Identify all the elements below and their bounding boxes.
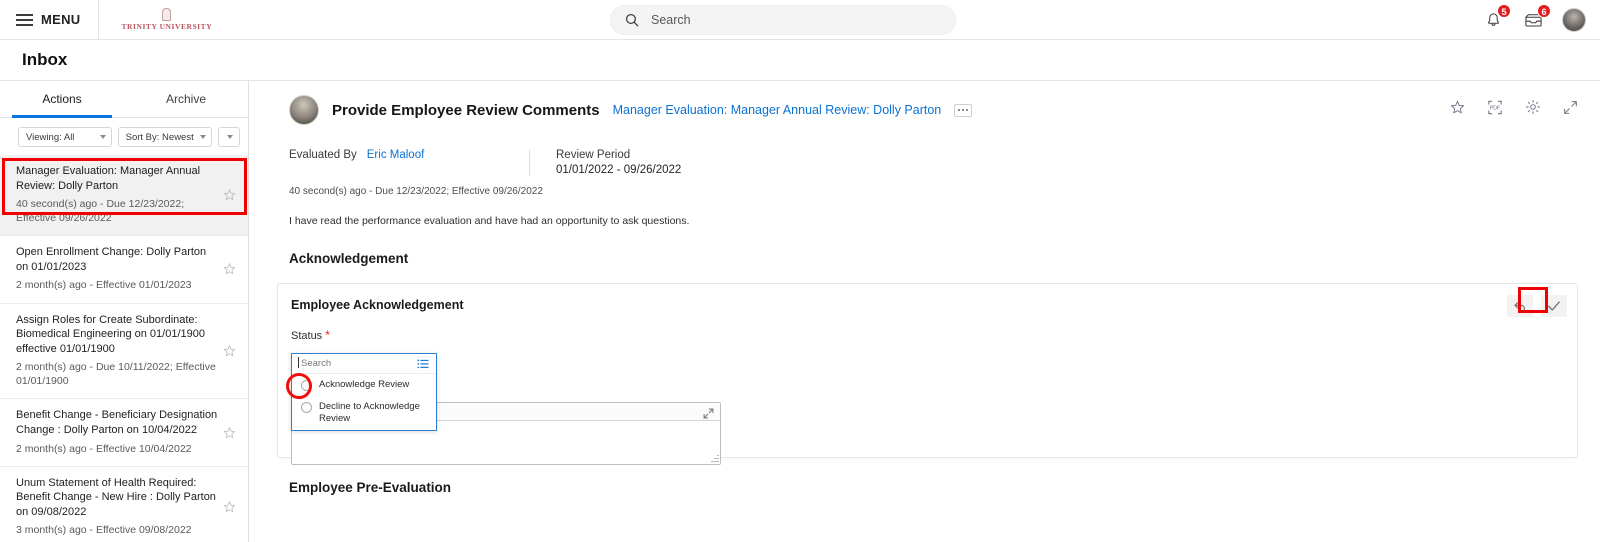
search-input[interactable]: Search xyxy=(610,5,956,35)
inbox-list-item[interactable]: Open Enrollment Change: Dolly Parton on … xyxy=(0,236,248,304)
card-actions xyxy=(1507,295,1567,317)
dropdown-option-label: Acknowledge Review xyxy=(319,379,410,390)
dropdown-search-input[interactable]: Search xyxy=(292,354,436,374)
inbox-left-panel: Actions Archive Viewing: All Sort By: Ne… xyxy=(0,81,249,542)
resize-handle[interactable] xyxy=(710,454,719,463)
review-period-value: 01/01/2022 - 09/26/2022 xyxy=(556,164,682,176)
task-submeta: 40 second(s) ago - Due 12/23/2022; Effec… xyxy=(289,186,543,197)
brand-name: TRINITY UNIVERSITY xyxy=(121,22,213,31)
inbox-item-list: Manager Evaluation: Manager Annual Revie… xyxy=(0,155,248,542)
gear-icon[interactable] xyxy=(1525,99,1541,115)
hamburger-icon xyxy=(16,13,33,26)
favorite-star-icon[interactable] xyxy=(223,189,236,202)
avatar[interactable] xyxy=(1562,8,1586,32)
evaluated-by-field: Evaluated By Eric Maloof xyxy=(289,149,529,176)
search-icon xyxy=(625,13,639,27)
inbox-tabs: Actions Archive xyxy=(0,81,248,118)
favorite-star-icon[interactable] xyxy=(1450,100,1465,115)
more-actions-button[interactable] xyxy=(954,103,973,117)
menu-button[interactable]: MENU xyxy=(0,0,98,40)
top-navigation-bar: MENU TRINITY UNIVERSITY Search 5 6 xyxy=(0,0,1600,40)
submit-check-button[interactable] xyxy=(1541,295,1567,317)
global-search[interactable]: Search xyxy=(610,5,956,35)
expand-icon[interactable] xyxy=(1563,100,1578,115)
dropdown-option-acknowledge-review[interactable]: Acknowledge Review xyxy=(292,374,436,396)
top-icon-group: 5 6 xyxy=(1482,0,1586,40)
evaluated-by-label: Evaluated By xyxy=(289,149,357,161)
radio-icon[interactable] xyxy=(301,402,312,414)
svg-text:PDF: PDF xyxy=(1490,105,1501,111)
inbox-item-title: Manager Evaluation: Manager Annual Revie… xyxy=(16,165,201,192)
pdf-icon[interactable]: PDF xyxy=(1487,100,1503,115)
task-detail-panel: Provide Employee Review Comments Manager… xyxy=(249,81,1600,542)
favorite-star-icon[interactable] xyxy=(223,345,236,358)
brand-logo[interactable]: TRINITY UNIVERSITY xyxy=(99,8,212,31)
favorite-star-icon[interactable] xyxy=(223,426,236,439)
favorite-star-icon[interactable] xyxy=(223,501,236,514)
viewing-filter-label: Viewing: All xyxy=(26,131,75,143)
check-icon xyxy=(1548,301,1560,311)
status-label-text: Status xyxy=(291,330,323,342)
radio-icon[interactable] xyxy=(301,380,312,391)
review-period-label: Review Period xyxy=(556,149,631,161)
chevron-down-icon xyxy=(200,135,207,139)
undo-icon xyxy=(1514,301,1525,313)
inbox-filters: Viewing: All Sort By: Newest xyxy=(0,118,248,155)
inbox-item-meta: 3 month(s) ago - Effective 09/08/2022 xyxy=(16,524,192,537)
more-options-select[interactable] xyxy=(218,127,240,147)
divider xyxy=(529,149,530,176)
section-title-acknowledgement: Acknowledgement xyxy=(289,251,409,266)
tab-actions[interactable]: Actions xyxy=(0,81,124,118)
inbox-list-item[interactable]: Benefit Change - Beneficiary Designation… xyxy=(0,399,248,467)
acknowledgement-statement: I have read the performance evaluation a… xyxy=(289,215,690,227)
list-view-icon[interactable] xyxy=(417,359,429,369)
undo-button[interactable] xyxy=(1507,295,1533,317)
review-period-field: Review Period 01/01/2022 - 09/26/2022 xyxy=(556,149,681,176)
menu-label: MENU xyxy=(41,12,81,27)
chevron-down-icon xyxy=(99,135,106,139)
notifications-badge: 5 xyxy=(1497,4,1511,18)
viewing-filter-select[interactable]: Viewing: All xyxy=(18,127,112,147)
expand-editor-icon[interactable] xyxy=(703,406,714,424)
inbox-item-meta: 40 second(s) ago - Due 12/23/2022; Effec… xyxy=(16,198,185,225)
inbox-item-title: Unum Statement of Health Required: Benef… xyxy=(16,476,216,518)
employee-acknowledgement-card: Employee Acknowledgement Status * Search… xyxy=(277,283,1578,465)
task-avatar xyxy=(289,95,319,125)
search-placeholder: Search xyxy=(651,13,691,27)
dropdown-search-placeholder: Search xyxy=(297,357,332,369)
task-subject-link[interactable]: Manager Evaluation: Manager Annual Revie… xyxy=(613,103,942,117)
sort-by-select[interactable]: Sort By: Newest xyxy=(117,127,213,147)
inbox-item-title: Benefit Change - Beneficiary Designation… xyxy=(16,409,218,436)
favorite-star-icon[interactable] xyxy=(223,263,236,276)
status-field-label: Status * xyxy=(278,312,1577,342)
tower-icon xyxy=(162,8,172,21)
page-title-bar: Inbox xyxy=(0,40,1600,81)
task-header: Provide Employee Review Comments Manager… xyxy=(249,81,1600,125)
inbox-badge: 6 xyxy=(1537,4,1551,18)
inbox-list-item[interactable]: Manager Evaluation: Manager Annual Revie… xyxy=(0,155,248,237)
page-title: Inbox xyxy=(22,50,68,69)
evaluated-by-value[interactable]: Eric Maloof xyxy=(367,149,425,161)
task-header-actions: PDF xyxy=(1450,99,1578,115)
inbox-button[interactable]: 6 xyxy=(1522,4,1551,31)
notifications-button[interactable]: 5 xyxy=(1482,4,1511,31)
inbox-item-meta: 2 month(s) ago - Due 10/11/2022; Effecti… xyxy=(16,361,216,388)
chevron-down-icon xyxy=(227,135,234,139)
inbox-item-meta: 2 month(s) ago - Effective 10/04/2022 xyxy=(16,442,192,455)
inbox-item-title: Open Enrollment Change: Dolly Parton on … xyxy=(16,246,207,273)
inbox-item-meta: 2 month(s) ago - Effective 01/01/2023 xyxy=(16,279,192,292)
status-dropdown[interactable]: Search Acknowledge Review Decline to Ack… xyxy=(291,353,437,432)
dropdown-option-label: Decline to Acknowledge Review xyxy=(319,401,420,425)
required-marker: * xyxy=(325,328,330,342)
card-title: Employee Acknowledgement xyxy=(291,298,464,312)
sort-by-label: Sort By: Newest xyxy=(125,131,194,143)
inbox-list-item[interactable]: Assign Roles for Create Subordinate: Bio… xyxy=(0,304,248,400)
inbox-item-title: Assign Roles for Create Subordinate: Bio… xyxy=(16,313,205,355)
tab-archive[interactable]: Archive xyxy=(124,81,248,117)
dropdown-option-decline-to-acknowledge-review[interactable]: Decline to Acknowledge Review xyxy=(292,396,436,430)
inbox-list-item[interactable]: Unum Statement of Health Required: Benef… xyxy=(0,467,248,542)
task-meta-row: Evaluated By Eric Maloof Review Period 0… xyxy=(249,125,1600,176)
task-title: Provide Employee Review Comments xyxy=(332,101,600,119)
